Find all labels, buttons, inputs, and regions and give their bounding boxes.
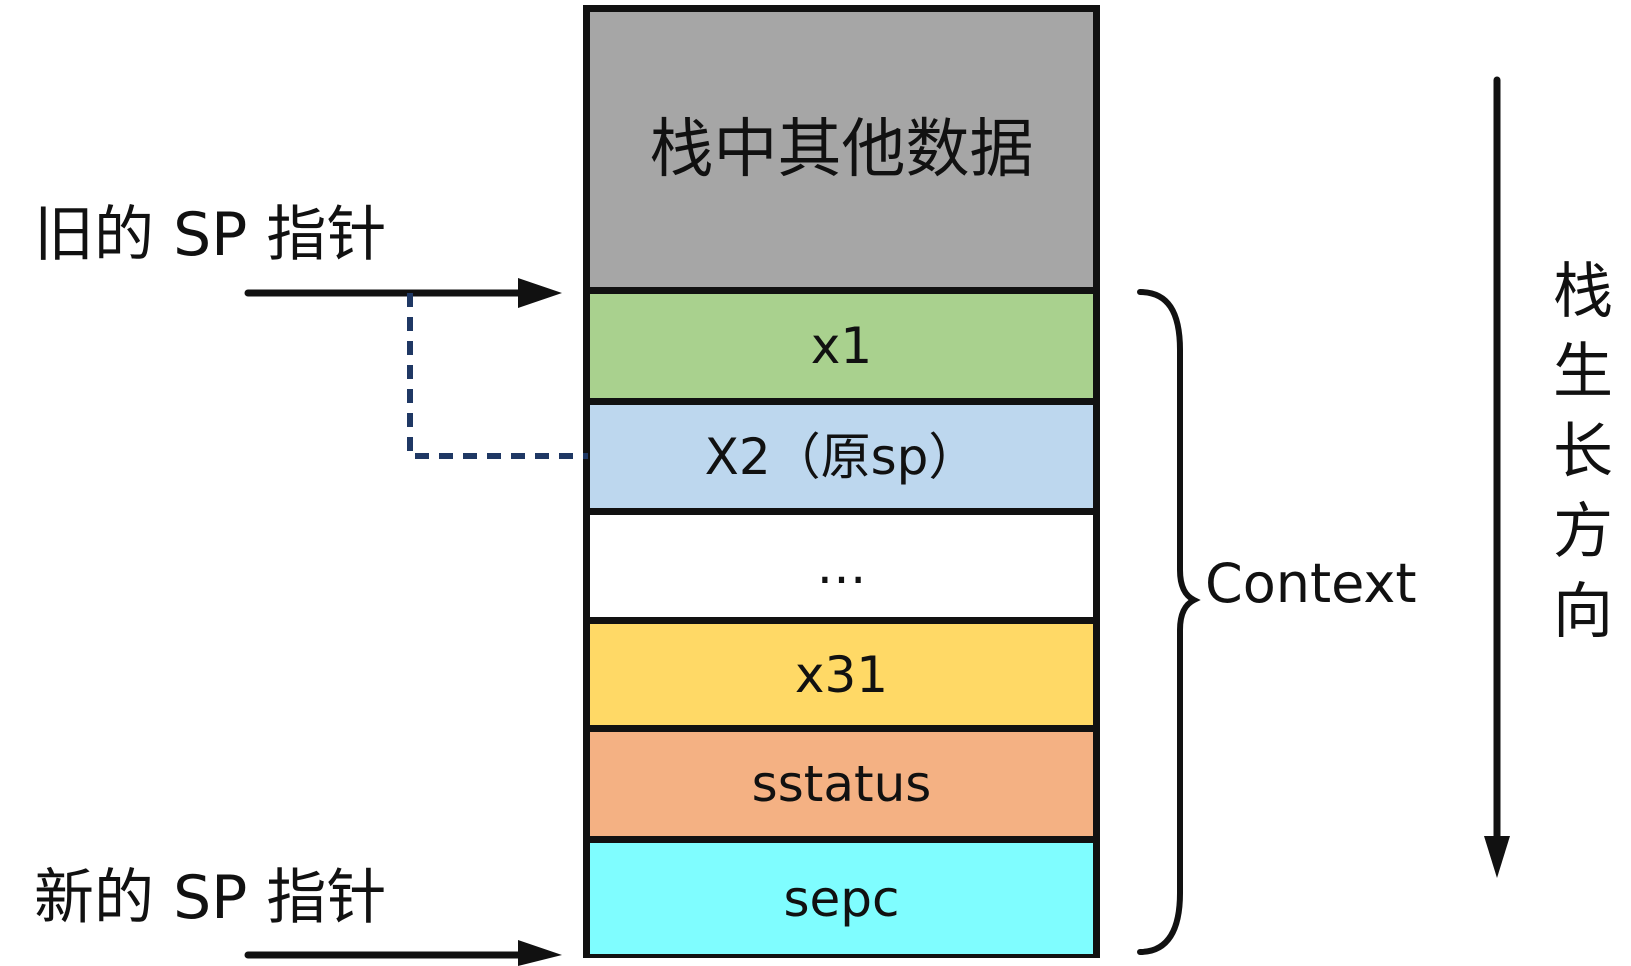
diagram-overlay <box>244 76 1510 966</box>
dotted-link-old-sp-to-x2 <box>407 293 588 459</box>
stack-growth-arrow <box>1484 76 1510 878</box>
new-sp-arrow <box>244 940 562 966</box>
context-brace <box>1137 289 1201 955</box>
old-sp-arrow <box>244 278 562 308</box>
